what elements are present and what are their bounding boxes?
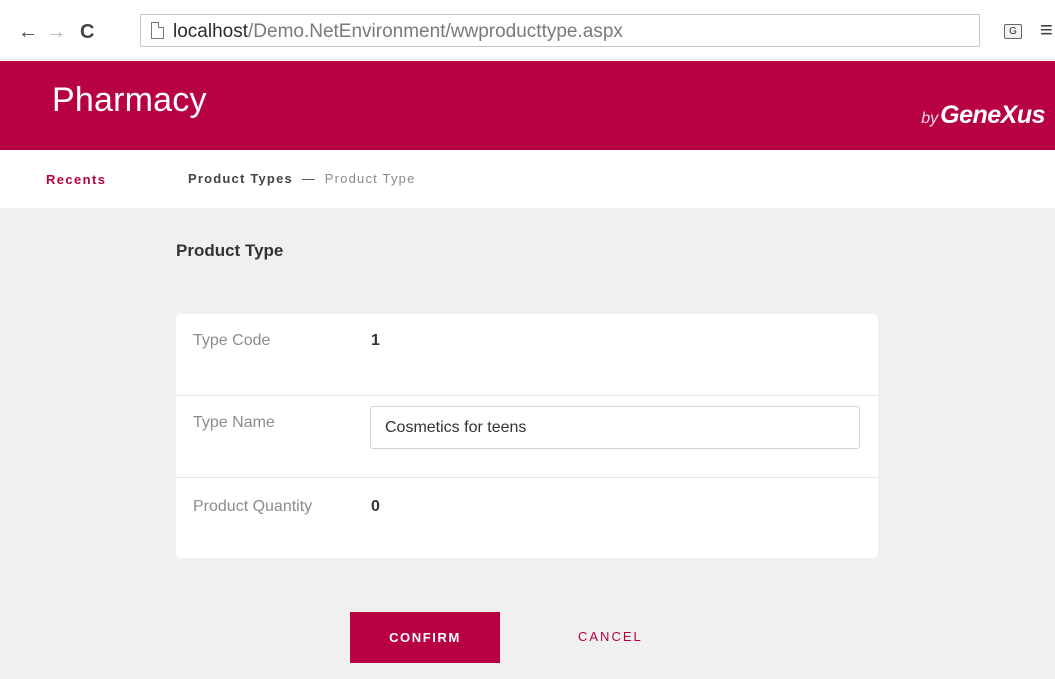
type-code-label: Type Code [193,332,271,349]
cancel-button[interactable]: CANCEL [578,629,643,644]
url-path: /Demo.NetEnvironment/wwproducttype.aspx [248,21,623,42]
type-name-input[interactable] [370,406,860,449]
breadcrumb-current: Product Type [324,171,416,186]
page-icon [151,22,164,39]
breadcrumb-separator: — [301,171,316,186]
main-content: Product Type Type Code 1 Type Name Produ… [0,208,1055,679]
genexus-logo: byGeneXus [921,101,1045,130]
recents-link[interactable]: Recents [46,172,106,187]
form-row-type-name: Type Name [176,396,878,478]
type-name-label: Type Name [193,414,275,431]
browser-toolbar: ← → C localhost/Demo.NetEnvironment/wwpr… [0,0,1055,60]
reload-icon[interactable]: C [80,22,94,42]
form-row-product-quantity: Product Quantity 0 [176,478,878,558]
app-title: Pharmacy [52,81,207,119]
translate-icon[interactable]: G [1004,24,1022,39]
form-card: Type Code 1 Type Name Product Quantity 0 [176,314,878,558]
forward-arrow-icon[interactable]: → [46,22,66,42]
app-header: Pharmacy byGeneXus [0,61,1055,150]
confirm-button[interactable]: CONFIRM [350,612,500,663]
brand-by: by [921,110,939,127]
form-row-type-code: Type Code 1 [176,314,878,396]
back-arrow-icon[interactable]: ← [18,22,38,42]
brand-name: GeneXus [940,101,1045,129]
breadcrumb-bar: Recents Product Types — Product Type [0,150,1055,208]
menu-icon[interactable]: ≡ [1040,19,1053,41]
breadcrumb: Product Types — Product Type [188,171,416,186]
product-quantity-value: 0 [371,498,380,515]
page-title: Product Type [176,241,284,260]
type-code-value: 1 [371,332,380,349]
url-host: localhost [173,21,248,42]
url-text[interactable]: localhost/Demo.NetEnvironment/wwproductt… [173,21,623,43]
breadcrumb-product-types[interactable]: Product Types [188,171,293,186]
address-bar[interactable]: localhost/Demo.NetEnvironment/wwproductt… [140,14,980,47]
product-quantity-label: Product Quantity [193,498,313,515]
